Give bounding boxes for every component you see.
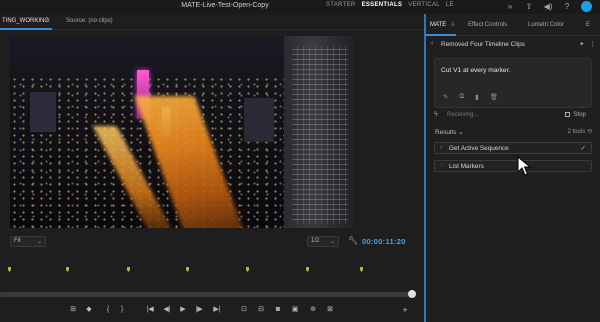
title-bar: MATE-Live-Test-Open-Copy STARTER ESSENTI… xyxy=(0,0,600,14)
spinner-icon: ◌ xyxy=(440,162,444,169)
export-frame-icon[interactable]: ⊠ xyxy=(325,305,335,315)
add-marker-icon[interactable]: ◆ xyxy=(84,305,94,315)
workspace-overflow[interactable]: LE xyxy=(446,2,454,8)
fit-dropdown[interactable]: Fit ⌄ xyxy=(10,236,46,247)
add-button-icon[interactable]: + xyxy=(400,305,410,315)
conversation-header: ‹ Removed Four Timeline Clips ✦ ⋮ xyxy=(426,38,600,52)
edit-icon[interactable]: ✎ xyxy=(443,93,448,101)
transport-controls: ⊞ ◆ { } |◀ ◀| ▶ |▶ ▶| ⊡ ⊟ ◙ ▣ ⊕ ⊠ + xyxy=(0,305,424,317)
workspace-essentials[interactable]: ESSENTIALS xyxy=(362,2,403,8)
playhead-timecode[interactable]: 00:00:11:20 xyxy=(362,237,406,246)
vr-icon[interactable]: ⊕ xyxy=(308,305,318,315)
tab-program[interactable]: TING_WORKING xyxy=(2,18,49,24)
share-icon[interactable]: ⇪ xyxy=(524,2,534,12)
mate-panel: MATE ≡ Effect Controls Lumetri Color E ‹… xyxy=(426,14,600,322)
lightning-icon: ϟ xyxy=(434,111,438,118)
tower-building xyxy=(284,36,354,228)
more-options-icon[interactable]: ⋮ xyxy=(590,40,597,48)
marker[interactable] xyxy=(246,267,249,272)
stop-label: Stop xyxy=(573,111,586,118)
panel-menu-icon[interactable]: ≡ xyxy=(46,18,50,24)
mark-in-icon[interactable]: ⊞ xyxy=(68,305,78,315)
overwrite-icon[interactable]: ⊟ xyxy=(256,305,266,315)
chevron-down-icon: ⌄ xyxy=(36,239,42,245)
marker-ruler[interactable] xyxy=(0,264,424,276)
marker[interactable] xyxy=(66,267,69,272)
panel-menu-icon[interactable]: ≡ xyxy=(451,22,455,28)
volume-icon[interactable]: ◀) xyxy=(543,2,553,12)
video-frame[interactable] xyxy=(10,36,354,228)
panel-tab-bar: MATE ≡ Effect Controls Lumetri Color E xyxy=(426,14,600,36)
tool-name: Get Active Sequence xyxy=(449,145,509,152)
avatar[interactable] xyxy=(581,1,592,12)
receiving-status: Receiving... xyxy=(447,112,479,118)
insert-icon[interactable]: ⊡ xyxy=(239,305,249,315)
prompt-text: Cut V1 at every marker. xyxy=(441,67,511,74)
tool-row-get-active-sequence[interactable]: › Get Active Sequence ✓ xyxy=(434,142,592,154)
marker[interactable] xyxy=(360,267,363,272)
user-prompt-card: Cut V1 at every marker. ✎ ⧉ ▮ 🗑︎ xyxy=(434,58,592,108)
play-icon[interactable]: ▶ xyxy=(178,305,188,315)
step-forward-icon[interactable]: |▶ xyxy=(194,305,204,315)
chevron-down-icon: ⌄ xyxy=(329,239,335,245)
tab-source[interactable]: Source: (no clips) xyxy=(66,18,113,24)
results-label: Results ⌄ xyxy=(435,129,464,136)
resolution-value: 1/2 xyxy=(311,238,320,244)
workspace-switcher: STARTER ESSENTIALS VERTICAL LE xyxy=(326,2,454,8)
help-icon[interactable]: ? xyxy=(562,2,572,12)
status-row: ϟ Receiving... Stop xyxy=(426,110,600,122)
marker[interactable] xyxy=(306,267,309,272)
bookmark-icon[interactable]: ▮ xyxy=(475,93,479,101)
playhead-handle[interactable] xyxy=(408,290,416,298)
active-tab-indicator xyxy=(426,34,456,36)
in-point-icon[interactable]: { xyxy=(103,305,113,315)
tab-effect-controls[interactable]: Effect Controls xyxy=(468,22,507,28)
settings-wrench-icon[interactable]: 🔧︎ xyxy=(348,236,358,245)
tool-row-list-markers[interactable]: ◌ List Markers xyxy=(434,160,592,172)
go-to-out-icon[interactable]: ▶| xyxy=(212,305,222,315)
more-workspaces-icon[interactable]: » xyxy=(505,2,515,12)
back-chevron-icon[interactable]: ‹ xyxy=(431,40,433,47)
marker[interactable] xyxy=(8,267,11,272)
tab-overflow[interactable]: E xyxy=(586,22,590,28)
tab-lumetri-color[interactable]: Lumetri Color xyxy=(528,22,564,28)
copy-icon[interactable]: ⧉ xyxy=(459,93,464,101)
stop-button[interactable]: Stop xyxy=(565,111,586,118)
conversation-title: Removed Four Timeline Clips xyxy=(441,41,525,48)
sparkle-icon[interactable]: ✦ xyxy=(579,40,584,48)
chevron-right-icon: › xyxy=(440,144,443,151)
go-to-in-icon[interactable]: |◀ xyxy=(145,305,155,315)
delete-icon[interactable]: 🗑︎ xyxy=(490,93,498,101)
marker[interactable] xyxy=(127,267,130,272)
tool-name: List Markers xyxy=(449,163,484,170)
tools-count: 2 tools ⟲ xyxy=(567,129,592,135)
marker[interactable] xyxy=(186,267,189,272)
fit-value: Fit xyxy=(14,238,21,244)
resolution-dropdown[interactable]: 1/2 ⌄ xyxy=(307,236,339,247)
program-monitor: TING_WORKING ≡ Source: (no clips) Fit ⌄ … xyxy=(0,14,424,322)
workspace-vertical[interactable]: VERTICAL xyxy=(408,2,440,8)
project-title: MATE-Live-Test-Open-Copy xyxy=(181,2,269,9)
workspace-starter[interactable]: STARTER xyxy=(326,2,356,8)
active-tab-indicator xyxy=(0,28,52,30)
results-header[interactable]: Results ⌄ 2 tools ⟲ xyxy=(426,126,600,138)
step-back-icon[interactable]: ◀| xyxy=(162,305,172,315)
scrub-bar[interactable] xyxy=(0,292,412,297)
tab-mate[interactable]: MATE xyxy=(430,22,446,28)
comparison-view-icon[interactable]: ▣ xyxy=(290,305,300,315)
monitor-tab-bar: TING_WORKING ≡ Source: (no clips) xyxy=(0,14,424,30)
mouse-cursor-icon xyxy=(517,156,531,176)
camera-icon[interactable]: ◙ xyxy=(273,305,283,315)
out-point-icon[interactable]: } xyxy=(117,305,127,315)
stop-icon xyxy=(565,112,571,117)
checkmark-icon: ✓ xyxy=(580,145,586,152)
